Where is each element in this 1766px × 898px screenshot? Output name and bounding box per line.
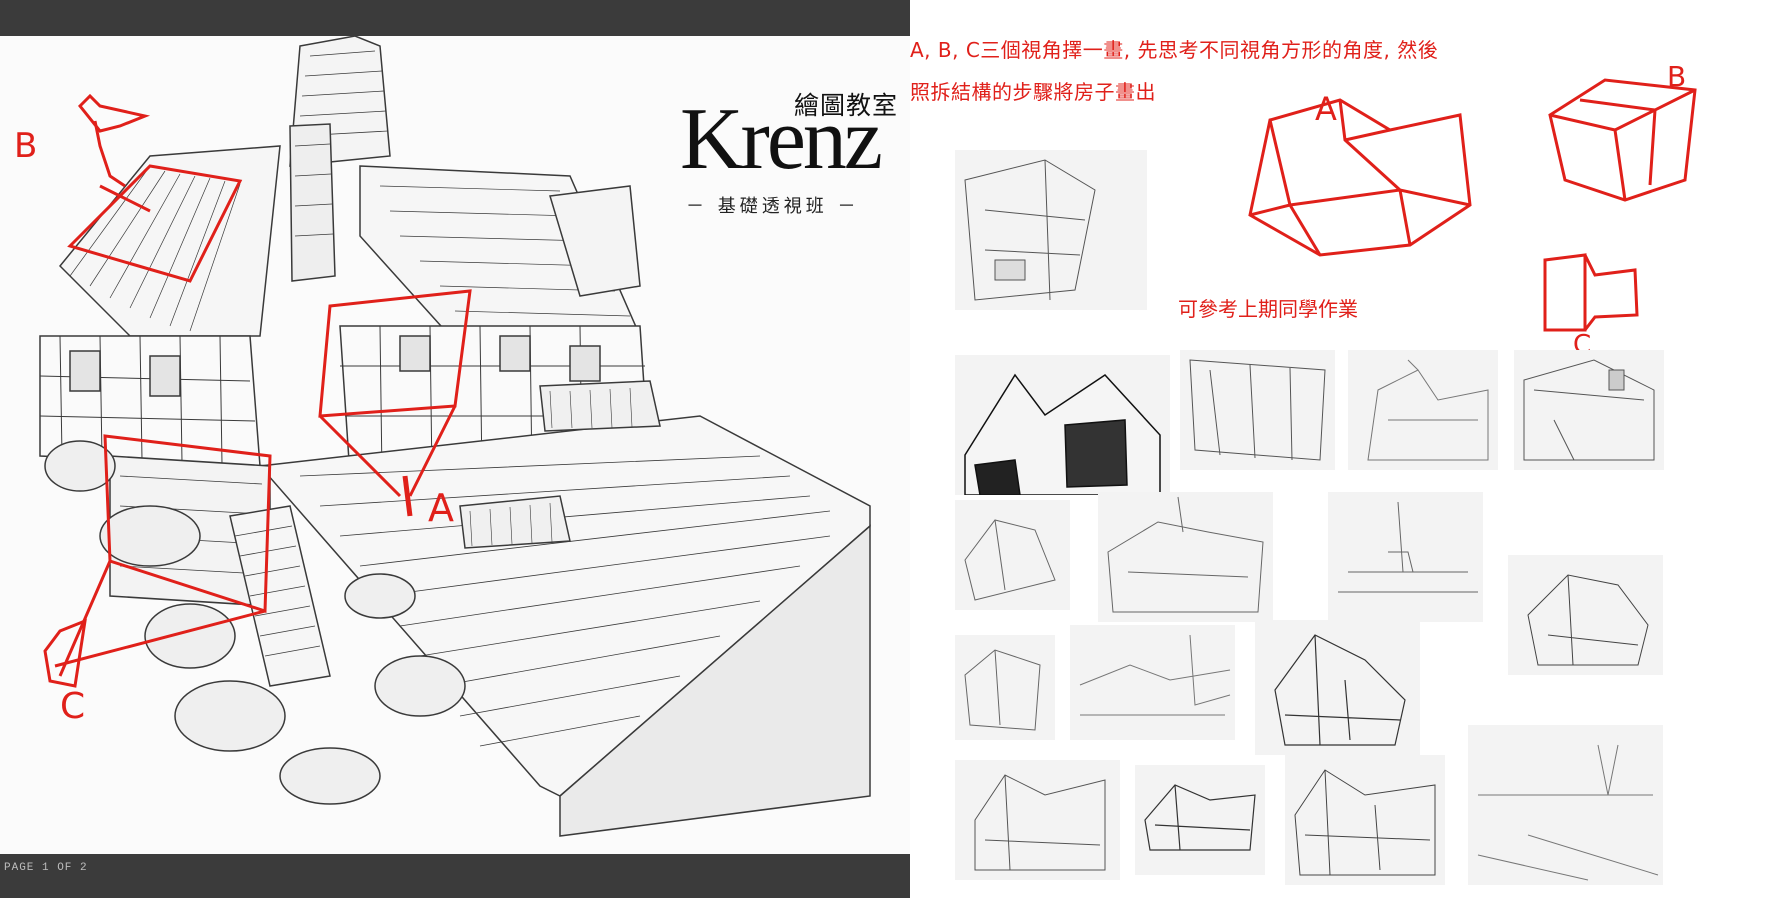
homework-thumbnail-3[interactable]	[1180, 350, 1335, 470]
view-c-box-sketch	[1543, 253, 1639, 332]
instruction-line-1: A, B, C三個視角擇一畫, 先思考不同視角方形的角度, 然後	[910, 38, 1439, 62]
instruction-line-2: 照拆結構的步驟將房子畫出	[910, 80, 1156, 104]
illustration-frame: 繪圖教室 Krenz － 基礎透視班 － B A C PAGE 1 OF 2	[0, 0, 910, 898]
view-a-label: A	[1315, 90, 1337, 128]
homework-thumbnail-8[interactable]	[1328, 492, 1483, 622]
homework-thumbnail-12[interactable]	[1255, 620, 1420, 755]
logo-subtitle: － 基礎透視班 －	[686, 196, 860, 217]
reference-note: 可參考上期同學作業	[1178, 297, 1358, 321]
homework-thumbnail-6[interactable]	[955, 500, 1070, 610]
homework-thumbnail-4[interactable]	[1348, 350, 1498, 470]
page-indicator: PAGE 1 OF 2	[4, 862, 88, 874]
homework-thumbnail-11[interactable]	[1070, 625, 1235, 740]
marker-c: C	[60, 686, 86, 727]
homework-thumbnail-14[interactable]	[1135, 765, 1265, 875]
marker-a: A	[428, 486, 454, 530]
homework-thumbnail-1[interactable]	[955, 150, 1147, 310]
view-b-label: B	[1667, 60, 1687, 93]
homework-thumbnail-9[interactable]	[1508, 555, 1663, 675]
homework-thumbnail-10[interactable]	[955, 635, 1055, 740]
instructions-panel: A, B, C三個視角擇一畫, 先思考不同視角方形的角度, 然後 照拆結構的步驟…	[910, 0, 1766, 898]
homework-thumbnail-2[interactable]	[955, 355, 1170, 495]
house-illustration: 繪圖教室 Krenz － 基礎透視班 － B A C	[0, 36, 910, 854]
view-a-box-sketch	[1248, 98, 1472, 257]
homework-thumbnail-5[interactable]	[1514, 350, 1664, 470]
homework-thumbnail-7[interactable]	[1098, 492, 1273, 622]
homework-thumbnail-13[interactable]	[955, 760, 1120, 880]
homework-thumbnail-16[interactable]	[1468, 725, 1663, 885]
logo-brand-name: Krenz	[680, 91, 883, 188]
homework-thumbnail-15[interactable]	[1285, 755, 1445, 885]
marker-b: B	[14, 126, 38, 166]
